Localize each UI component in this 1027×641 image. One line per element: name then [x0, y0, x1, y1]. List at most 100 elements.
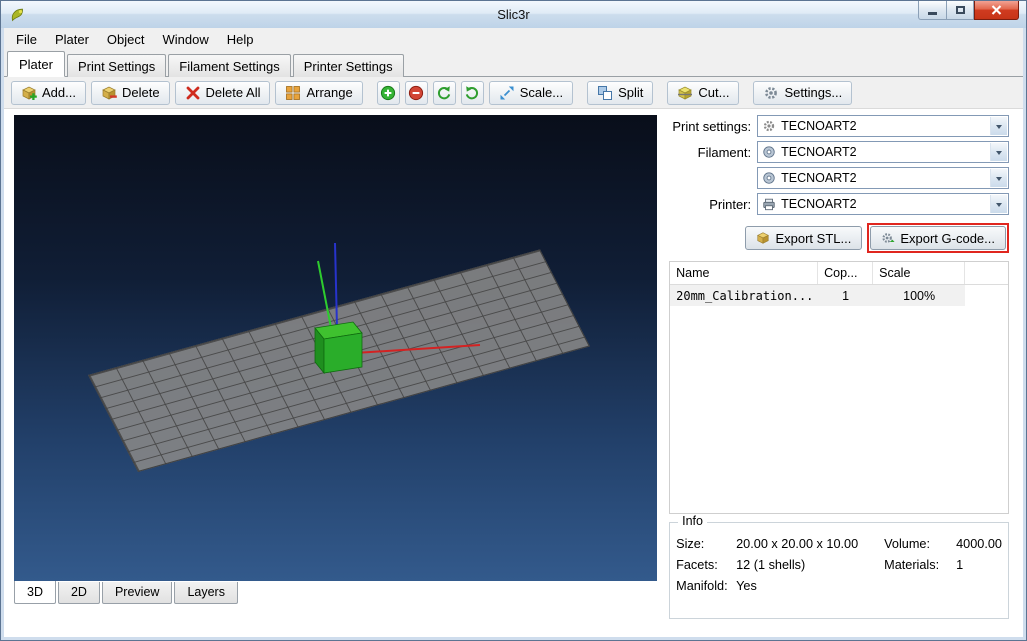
cut-label: Cut... [698, 85, 730, 100]
gear-icon [765, 86, 778, 99]
object-filler-cell [965, 285, 1008, 306]
menu-window[interactable]: Window [154, 29, 218, 50]
rotate-ccw-button[interactable] [432, 80, 456, 105]
volume-value: 4000.00 [956, 537, 1002, 551]
column-header-name[interactable]: Name [670, 262, 819, 284]
decrease-copies-button[interactable] [404, 80, 428, 105]
dropdown-arrow[interactable] [990, 117, 1007, 135]
menu-bar: File Plater Object Window Help [4, 28, 1023, 51]
cut-button[interactable]: Cut... [667, 80, 740, 105]
client-area: File Plater Object Window Help Plater Pr… [4, 28, 1023, 637]
materials-value: 1 [956, 558, 964, 572]
tab-plater[interactable]: Plater [7, 51, 65, 77]
menu-file[interactable]: File [7, 29, 46, 50]
close-button[interactable] [974, 1, 1019, 20]
filament-label: Filament: [697, 144, 752, 160]
dropdown-arrow[interactable] [990, 195, 1007, 213]
filament-value-2: TECNOART2 [781, 171, 857, 185]
menu-help[interactable]: Help [218, 29, 263, 50]
export-gcode-button[interactable]: Export G-code... [870, 226, 1006, 250]
export-stl-label: Export STL... [775, 230, 852, 246]
z-axis-line [334, 242, 338, 329]
arrange-label: Arrange [306, 85, 353, 100]
column-header-copies[interactable]: Cop... [818, 262, 874, 284]
manifold-value: Yes [736, 579, 757, 593]
delete-button[interactable]: Delete [90, 80, 170, 105]
printer-row: Printer: TECNOART2 [669, 193, 1009, 215]
materials-label: Materials: [884, 558, 940, 572]
model-object-cube[interactable] [314, 321, 363, 375]
filament-combo-2[interactable]: TECNOART2 [757, 167, 1009, 189]
maximize-button[interactable] [947, 1, 974, 20]
table-row[interactable]: 20mm_Calibration... 1 100% [670, 285, 1008, 306]
printer-icon [763, 198, 775, 211]
facets-label: Facets: [676, 558, 718, 572]
column-header-scale[interactable]: Scale [873, 262, 966, 284]
filament-row-1: Filament: TECNOART2 [669, 141, 1009, 163]
title-bar[interactable]: Slic3r [1, 1, 1026, 28]
tab-print-settings[interactable]: Print Settings [66, 54, 167, 77]
dropdown-arrow[interactable] [990, 169, 1007, 187]
export-stl-button[interactable]: Export STL... [745, 226, 863, 250]
arrange-bricks-icon [286, 85, 301, 100]
delete-all-button[interactable]: Delete All [174, 80, 271, 105]
settings-button[interactable]: Settings... [753, 80, 853, 105]
facets-value: 12 (1 shells) [736, 558, 806, 572]
chevron-down-icon [996, 124, 1002, 132]
split-button[interactable]: Split [587, 80, 654, 105]
menu-plater[interactable]: Plater [46, 29, 98, 50]
volume-label: Volume: [884, 537, 930, 551]
window-title: Slic3r [497, 7, 530, 22]
dropdown-arrow[interactable] [990, 143, 1007, 161]
delete-label: Delete [121, 85, 160, 100]
tab-filament-settings[interactable]: Filament Settings [168, 54, 291, 77]
view-tab-2d[interactable]: 2D [57, 582, 100, 604]
view-tab-3d[interactable]: 3D [14, 581, 56, 604]
printer-value: TECNOART2 [781, 197, 857, 211]
info-row-size: Size: 20.00 x 20.00 x 10.00 Volume: 4000… [676, 537, 1002, 551]
arrange-button[interactable]: Arrange [275, 80, 363, 105]
printer-combo[interactable]: TECNOART2 [757, 193, 1009, 215]
view-tab-layers[interactable]: Layers [174, 582, 238, 604]
export-gcode-highlight: Export G-code... [867, 223, 1009, 253]
scale-button[interactable]: Scale... [488, 80, 574, 105]
printer-label: Printer: [709, 196, 752, 212]
slic3r-logo-icon [11, 8, 23, 21]
rotate-cw-button[interactable] [460, 80, 484, 105]
right-pane: Print settings: TECNOART2 Filament: TECN… [663, 109, 1023, 637]
filament-combo-1[interactable]: TECNOART2 [757, 141, 1009, 163]
object-copies-cell: 1 [818, 285, 874, 306]
print-settings-row: Print settings: TECNOART2 [669, 115, 1009, 137]
increase-copies-button[interactable] [376, 80, 400, 105]
delete-cube-icon [102, 86, 117, 100]
minimize-button[interactable] [918, 1, 947, 20]
stl-cube-icon [757, 232, 770, 244]
object-scale-cell: 100% [873, 285, 966, 306]
chevron-down-icon [996, 150, 1002, 158]
size-value: 20.00 x 20.00 x 10.00 [736, 537, 859, 551]
print-settings-value: TECNOART2 [781, 119, 857, 133]
settings-tab-bar: Plater Print Settings Filament Settings … [4, 51, 1023, 77]
scale-label: Scale... [519, 85, 564, 100]
rotate-cw-icon [466, 85, 479, 99]
print-settings-combo[interactable]: TECNOART2 [757, 115, 1009, 137]
object-name-cell: 20mm_Calibration... [670, 285, 819, 306]
red-minus-circle-icon [409, 85, 424, 100]
tab-printer-settings[interactable]: Printer Settings [292, 54, 404, 77]
scene-overlay [314, 242, 481, 375]
gear-icon [763, 120, 775, 132]
menu-object[interactable]: Object [98, 29, 154, 50]
chevron-down-icon [996, 176, 1002, 184]
maximize-icon [955, 6, 965, 14]
viewport-3d[interactable] [14, 115, 657, 581]
manifold-label: Manifold: [676, 579, 728, 593]
view-tab-bar: 3D 2D Preview Layers [14, 581, 663, 604]
rotate-ccw-icon [438, 85, 451, 99]
split-label: Split [618, 85, 644, 100]
filament-value-1: TECNOART2 [781, 145, 857, 159]
filament-spool-icon [763, 172, 775, 184]
chevron-down-icon [996, 202, 1002, 210]
add-button[interactable]: Add... [11, 80, 86, 105]
view-tab-preview[interactable]: Preview [101, 582, 173, 604]
slic3r-window: Slic3r File Plater Object Window Help Pl… [0, 0, 1027, 641]
